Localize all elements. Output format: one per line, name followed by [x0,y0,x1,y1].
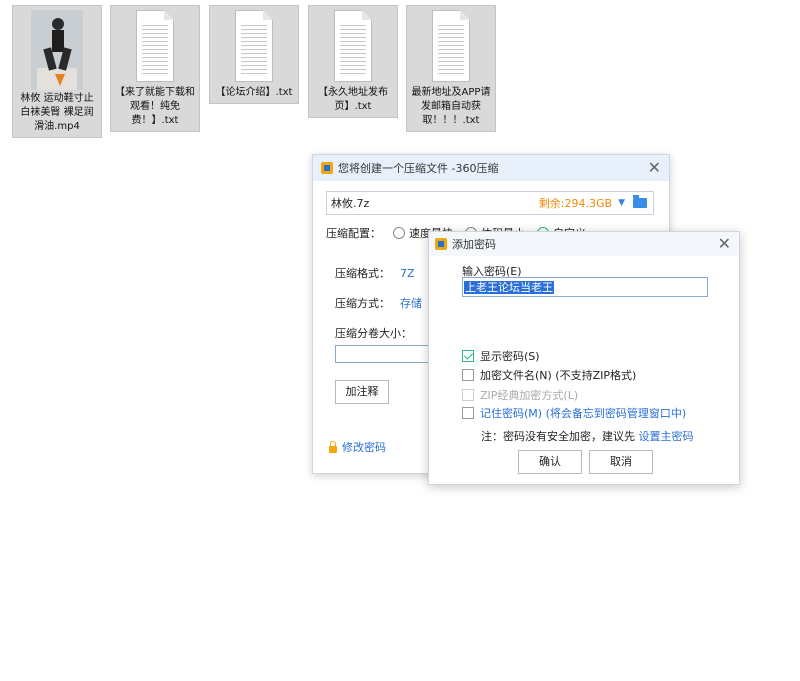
set-master-password-link[interactable]: 设置主密码 [639,430,694,443]
archive-app-icon [435,238,447,250]
password-input[interactable]: 上老王论坛当老王 [462,277,708,297]
lock-icon [329,440,337,453]
zip-classic-label: ZIP经典加密方式(L) [480,389,579,402]
method-row: 压缩方式： 存储 [335,295,422,311]
add-password-dialog: 添加密码 ✕ 输入密码(E) 上老王论坛当老王 显示密码(S) 加密文件名(N)… [428,231,740,485]
format-row: 压缩格式： 7Z [335,265,415,281]
file-name: 最新地址及APP请发邮箱自动获取！！！.txt [411,87,491,126]
config-radio-fastest[interactable] [393,227,405,239]
zip-classic-checkbox [462,389,474,401]
method-label: 压缩方式： [335,297,390,310]
method-value[interactable]: 存储 [400,297,422,310]
desktop-file-text[interactable]: 最新地址及APP请发邮箱自动获取！！！.txt [406,5,496,132]
encrypt-filenames-option[interactable]: 加密文件名(N) (不支持ZIP格式) [462,367,636,383]
security-note: 注：密码没有安全加密，建议先 设置主密码 [481,428,694,444]
config-label: 压缩配置： [326,227,381,240]
text-file-icon [432,10,470,82]
password-dialog-titlebar: 添加密码 ✕ [429,232,739,256]
ok-button[interactable]: 确认 [518,450,582,474]
chevron-down-icon[interactable]: ▼ [618,198,625,208]
note-text: 注：密码没有安全加密，建议先 [481,430,635,443]
compress-window-titlebar: 您将创建一个压缩文件 -360压缩 ✕ [313,155,669,181]
folder-icon[interactable] [633,195,647,208]
text-file-icon [136,10,174,82]
format-label: 压缩格式： [335,267,390,280]
desktop-file-text[interactable]: 【永久地址发布页】.txt [308,5,398,118]
close-icon[interactable]: ✕ [718,234,731,253]
file-name: 【论坛介绍】.txt [215,87,293,98]
change-password-link[interactable]: 修改密码 [329,439,386,455]
desktop-file-video[interactable]: 林攸 运动鞋寸止白袜美臀 裸足润滑油.mp4 [12,5,102,138]
encrypt-filenames-label: 加密文件名(N) (不支持ZIP格式) [480,369,637,382]
text-file-icon [334,10,372,82]
password-value[interactable]: 上老王论坛当老王 [464,281,554,294]
desktop-file-text[interactable]: 【论坛介绍】.txt [209,5,299,104]
remember-password-checkbox[interactable] [462,407,474,419]
show-password-option[interactable]: 显示密码(S) [462,348,540,364]
format-value[interactable]: 7Z [400,267,415,280]
encrypt-filenames-checkbox[interactable] [462,369,474,381]
file-name: 林攸 运动鞋寸止白袜美臀 裸足润滑油.mp4 [20,93,94,132]
window-title: 您将创建一个压缩文件 -360压缩 [338,162,499,175]
cancel-button[interactable]: 取消 [589,450,653,474]
zip-classic-option: ZIP经典加密方式(L) [462,387,578,403]
file-name: 【来了就能下载和观看！纯免费！】.txt [115,87,195,126]
remember-password-option[interactable]: 记住密码(M) (将会备忘到密码管理窗口中) [462,405,686,421]
text-file-icon [235,10,273,82]
split-label: 压缩分卷大小： [335,327,412,340]
add-comment-button[interactable]: 加注释 [335,380,389,404]
video-thumbnail [31,10,83,90]
free-space-label: 剩余:294.3GB [538,197,613,210]
split-size-input[interactable] [335,345,435,363]
change-password-label: 修改密码 [342,441,386,454]
desktop-file-text[interactable]: 【来了就能下载和观看！纯免费！】.txt [110,5,200,132]
close-icon[interactable]: ✕ [648,158,661,177]
file-name: 【永久地址发布页】.txt [318,87,388,112]
dialog-title: 添加密码 [452,238,496,251]
archive-app-icon [321,162,333,174]
archive-name[interactable]: 林攸.7z [327,195,539,211]
show-password-checkbox[interactable] [462,350,474,362]
remember-password-label: 记住密码(M) (将会备忘到密码管理窗口中) [480,407,687,420]
archive-path-field[interactable]: 林攸.7z 剩余:294.3GB ▼ [326,191,654,215]
show-password-label: 显示密码(S) [480,350,540,363]
